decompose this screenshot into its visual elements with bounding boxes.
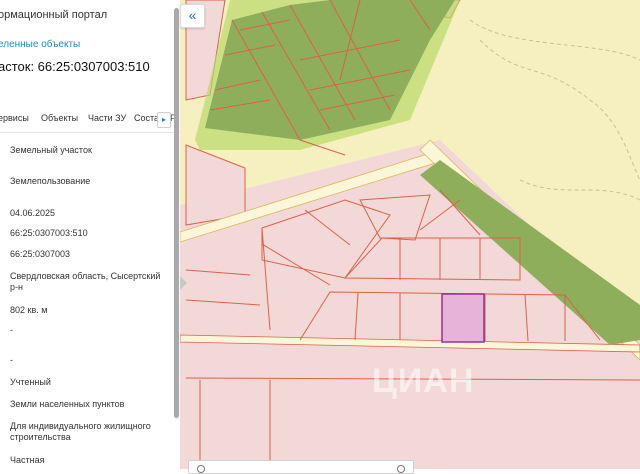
portal-title: ормационный портал [0, 9, 108, 21]
selected-objects-link[interactable]: еленные объекты [0, 39, 80, 50]
double-chevron-left-icon: « [188, 7, 197, 23]
field-cadastral-block: 66:25:0307003 [10, 249, 71, 259]
circle-icon[interactable] [397, 465, 405, 473]
tab-bar: ервисы Объекты Части ЗУ Соста Р [0, 106, 180, 133]
field-ownership: Частная [10, 455, 45, 465]
scrollbar-thumb[interactable] [174, 8, 179, 418]
field-dash-2: - [10, 355, 13, 365]
field-status: Учтенный [10, 377, 51, 387]
field-land-category: Земли населенных пунктов [10, 399, 125, 409]
field-date: 04.06.2025 [10, 208, 56, 218]
field-permitted-use: Для индивидуального жилищного строительс… [10, 421, 151, 442]
field-area: 802 кв. м [10, 305, 48, 315]
field-dash-1: - [10, 325, 13, 335]
tab-services[interactable]: ервисы [0, 113, 29, 123]
info-panel: ормационный портал еленные объекты асток… [0, 0, 181, 469]
collapse-panel-button[interactable]: « [180, 4, 205, 28]
field-object-type: Земельный участок [10, 145, 92, 155]
map-bottom-bar [188, 460, 414, 474]
watermark: ЦИАН [372, 362, 475, 400]
tabs-scroll-right-button[interactable]: ▸ [157, 112, 171, 128]
circle-icon[interactable] [197, 465, 205, 473]
triangle-right-icon: ▸ [161, 115, 166, 124]
tab-objects[interactable]: Объекты [41, 113, 78, 123]
selected-parcel[interactable] [441, 293, 485, 343]
parcel-title: асток: 66:25:0307003:510 [0, 59, 150, 74]
field-land-use: Землепользование [10, 176, 91, 186]
field-cadastral-number: 66:25:0307003:510 [10, 228, 88, 238]
tab-composition[interactable]: Соста [134, 113, 159, 123]
field-address: Свердловская область, Сысертский р-н [10, 271, 161, 292]
tab-parcel-parts[interactable]: Части ЗУ [88, 113, 126, 123]
triangle-right-icon[interactable] [180, 276, 187, 290]
